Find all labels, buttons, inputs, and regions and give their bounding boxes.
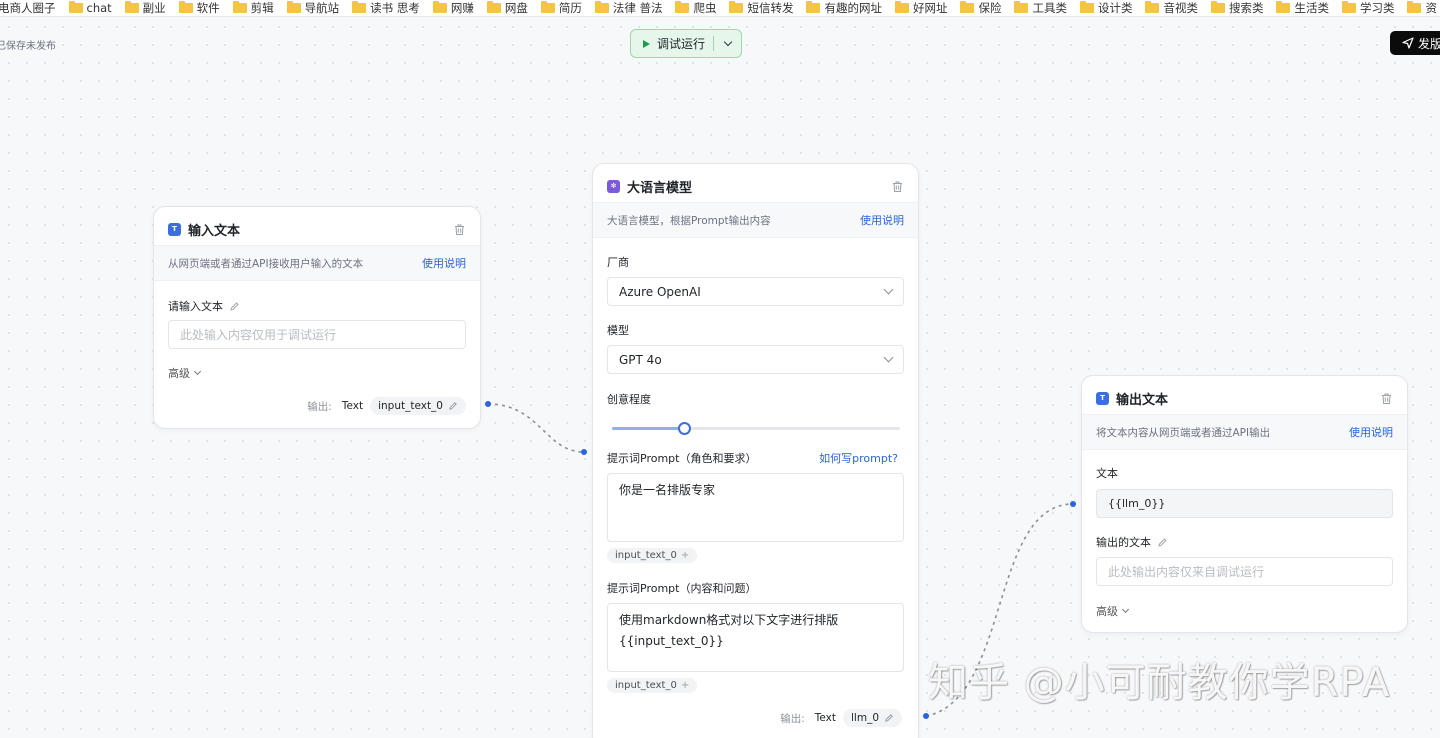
chevron-down-icon	[1121, 605, 1130, 614]
output-variable[interactable]: llm_0	[843, 709, 902, 727]
output-variable[interactable]: input_text_0	[370, 397, 466, 415]
help-link[interactable]: 使用说明	[860, 212, 904, 228]
output-port[interactable]	[923, 713, 929, 719]
model-select[interactable]: GPT 4o	[607, 345, 904, 374]
user-prompt-label: 提示词Prompt（内容和问题）	[607, 582, 757, 595]
text-variable-field[interactable]: {{llm_0}}	[1096, 489, 1393, 518]
output-type: Text	[341, 400, 364, 412]
variable-chip[interactable]: input_text_0 +	[607, 548, 698, 563]
output-text-label: 输出的文本	[1096, 536, 1151, 549]
node-title: 输出文本	[1116, 392, 1169, 408]
help-link[interactable]: 使用说明	[1349, 424, 1393, 440]
output-port[interactable]	[485, 401, 491, 407]
chevron-down-icon	[883, 284, 894, 295]
model-value: GPT 4o	[619, 352, 662, 367]
pencil-icon[interactable]	[1157, 537, 1168, 548]
help-link[interactable]: 使用说明	[422, 255, 466, 271]
slider-fill	[612, 427, 684, 430]
creativity-label: 创意程度	[607, 393, 651, 406]
llm-node[interactable]: ✻ 大语言模型 大语言模型，根据Prompt输出内容 使用说明 厂商 Azure…	[592, 163, 919, 738]
user-prompt-line: {{input_text_0}}	[619, 634, 724, 648]
field-label: 请输入文本	[168, 300, 223, 313]
node-description: 从网页端或者通过API接收用户输入的文本	[168, 257, 364, 270]
chevron-down-icon	[883, 352, 894, 363]
output-variable-name: input_text_0	[378, 400, 443, 412]
node-description: 大语言模型，根据Prompt输出内容	[607, 214, 771, 227]
advanced-toggle[interactable]: 高级	[1096, 603, 1130, 619]
system-prompt-label: 提示词Prompt（角色和要求）	[607, 452, 757, 465]
pencil-icon[interactable]	[448, 401, 458, 411]
text-input[interactable]: 此处输入内容仅用于调试运行	[168, 320, 466, 349]
text-label: 文本	[1096, 467, 1118, 480]
advanced-label: 高级	[1096, 605, 1118, 618]
system-prompt-textarea[interactable]: 你是一名排版专家	[607, 473, 904, 542]
chip-label: input_text_0	[615, 550, 677, 561]
advanced-toggle[interactable]: 高级	[168, 365, 202, 381]
slider-thumb[interactable]	[677, 422, 691, 435]
node-title: 大语言模型	[627, 180, 693, 196]
user-prompt-line: 使用markdown格式对以下文字进行排版	[619, 613, 839, 627]
chevron-down-icon	[193, 367, 202, 376]
vendor-value: Azure OpenAI	[619, 284, 701, 299]
output-text-field[interactable]: 此处输出内容仅来自调试运行	[1096, 557, 1393, 586]
vendor-select[interactable]: Azure OpenAI	[607, 277, 904, 306]
trash-icon[interactable]	[1380, 392, 1393, 405]
user-prompt-textarea[interactable]: 使用markdown格式对以下文字进行排版 {{input_text_0}}	[607, 603, 904, 672]
edge-input-to-llm	[487, 403, 585, 453]
advanced-label: 高级	[168, 367, 190, 380]
llm-node-icon: ✻	[607, 179, 620, 193]
model-label: 模型	[607, 324, 629, 337]
prompt-help-link[interactable]: 如何写prompt?	[819, 450, 898, 466]
creativity-slider[interactable]	[612, 422, 900, 435]
output-row: 输出: Text llm_0	[780, 709, 902, 727]
output-text-node[interactable]: T 输出文本 将文本内容从网页端或者通过API输出 使用说明 文本 {{llm_…	[1081, 375, 1408, 633]
text-node-icon: T	[168, 222, 181, 236]
output-label: 输出:	[780, 712, 805, 725]
trash-icon[interactable]	[453, 223, 466, 236]
chip-label: input_text_0	[615, 680, 677, 691]
system-prompt-text: 你是一名排版专家	[619, 483, 716, 497]
pencil-icon[interactable]	[229, 301, 240, 312]
variable-chip[interactable]: input_text_0 +	[607, 678, 698, 693]
vendor-label: 厂商	[607, 256, 629, 269]
node-title: 输入文本	[188, 223, 241, 239]
output-row: 输出: Text input_text_0	[307, 397, 466, 415]
input-port[interactable]	[1070, 501, 1076, 507]
output-variable-name: llm_0	[851, 712, 879, 724]
trash-icon[interactable]	[891, 180, 904, 193]
pencil-icon[interactable]	[884, 713, 894, 723]
watermark: 知乎 @小可耐教你学RPA	[928, 660, 1391, 706]
input-port[interactable]	[581, 449, 587, 455]
output-label: 输出:	[307, 400, 332, 413]
text-node-icon: T	[1096, 391, 1109, 405]
input-text-node[interactable]: T 输入文本 从网页端或者通过API接收用户输入的文本 使用说明 请输入文本 此…	[153, 206, 481, 429]
output-type: Text	[814, 712, 836, 724]
plus-icon: +	[680, 680, 690, 691]
plus-icon: +	[680, 550, 690, 561]
node-description: 将文本内容从网页端或者通过API输出	[1096, 426, 1271, 439]
